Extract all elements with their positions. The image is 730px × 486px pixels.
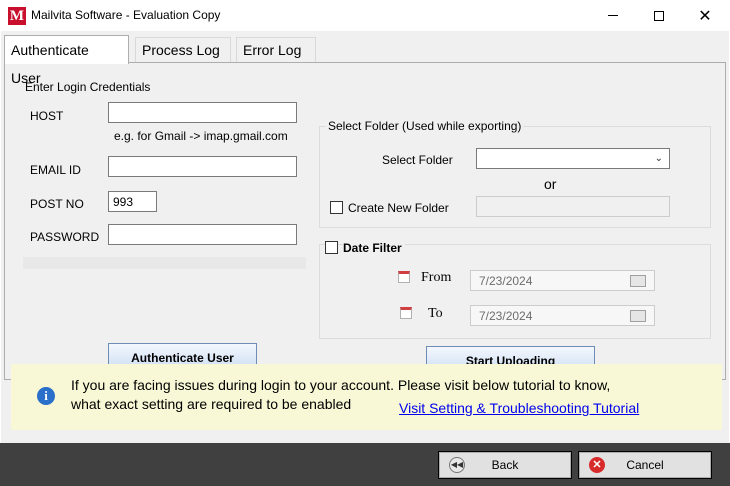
tab-error-log[interactable]: Error Log — [236, 37, 316, 63]
chevron-down-icon: ⌄ — [654, 153, 663, 164]
or-text: or — [544, 176, 557, 192]
port-input[interactable] — [108, 191, 157, 212]
calendar-icon — [400, 307, 412, 319]
footer-bar: ◀◀ Back ✕ Cancel — [0, 443, 730, 486]
tab-page-authenticate: Enter Login Credentials HOST e.g. for Gm… — [4, 62, 726, 380]
calendar-dropdown-icon — [630, 275, 646, 287]
credentials-group-title: Enter Login Credentials — [23, 80, 153, 94]
host-hint: e.g. for Gmail -> imap.gmail.com — [114, 129, 288, 143]
close-icon: ✕ — [698, 7, 712, 25]
info-icon: i — [37, 387, 55, 405]
progress-strip — [23, 257, 306, 269]
select-folder-group: Select Folder (Used while exporting) Sel… — [319, 119, 711, 228]
select-folder-dropdown[interactable]: ⌄ — [476, 148, 670, 169]
cancel-button-label: Cancel — [626, 458, 664, 472]
select-folder-label: Select Folder — [382, 153, 453, 167]
back-arrow-icon: ◀◀ — [449, 457, 465, 473]
to-date-picker[interactable]: 7/23/2024 — [470, 305, 655, 326]
date-filter-label: Date Filter — [343, 241, 405, 255]
cancel-button[interactable]: ✕ Cancel — [578, 451, 712, 479]
select-folder-group-title: Select Folder (Used while exporting) — [326, 119, 524, 133]
email-label: EMAIL ID — [30, 163, 81, 177]
date-filter-checkbox[interactable] — [325, 241, 338, 254]
window-title: Mailvita Software - Evaluation Copy — [31, 8, 221, 22]
client-area: Authenticate User Process Log Error Log … — [1, 31, 729, 443]
from-date-picker[interactable]: 7/23/2024 — [470, 270, 655, 291]
calendar-dropdown-icon — [630, 310, 646, 322]
back-button[interactable]: ◀◀ Back — [438, 451, 572, 479]
password-input[interactable] — [108, 224, 297, 245]
tutorial-link[interactable]: Visit Setting & Troubleshooting Tutorial — [399, 400, 639, 416]
from-label: From — [421, 270, 452, 285]
host-label: HOST — [30, 109, 64, 123]
cancel-x-icon: ✕ — [589, 457, 605, 473]
tab-authenticate-user[interactable]: Authenticate User — [4, 35, 129, 86]
maximize-icon — [654, 10, 664, 21]
app-logo-icon: M — [8, 7, 26, 25]
password-label: PASSWORD — [30, 230, 100, 244]
info-bar: i If you are facing issues during login … — [11, 364, 722, 430]
new-folder-input[interactable] — [476, 196, 670, 217]
calendar-icon — [398, 271, 410, 283]
maximize-button[interactable] — [636, 0, 682, 31]
minimize-button[interactable] — [590, 0, 636, 31]
port-label: POST NO — [30, 197, 84, 211]
title-bar: M Mailvita Software - Evaluation Copy ✕ — [0, 0, 730, 31]
create-new-folder-checkbox[interactable] — [330, 201, 343, 214]
to-date-value: 7/23/2024 — [479, 309, 533, 323]
credentials-group: Enter Login Credentials HOST e.g. for Gm… — [14, 80, 313, 307]
info-line-1: If you are facing issues during login to… — [71, 377, 611, 393]
date-filter-group: Date Filter From 7/23/2024 To 7/23/2024 — [319, 241, 711, 339]
from-date-value: 7/23/2024 — [479, 274, 533, 288]
to-label: To — [428, 306, 443, 321]
email-input[interactable] — [108, 156, 297, 177]
back-button-label: Back — [491, 458, 519, 472]
minimize-icon — [608, 15, 618, 16]
close-button[interactable]: ✕ — [682, 0, 728, 31]
create-new-folder-label: Create New Folder — [348, 201, 449, 215]
host-input[interactable] — [108, 102, 297, 123]
tab-process-log[interactable]: Process Log — [135, 37, 231, 63]
